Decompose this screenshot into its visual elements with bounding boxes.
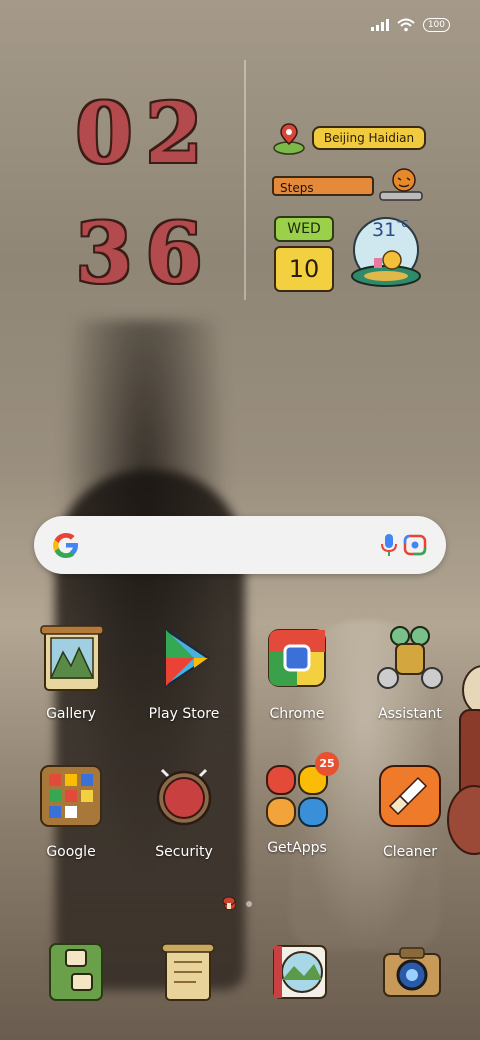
clock-minute-digit-1: 3 — [75, 206, 133, 302]
search-input[interactable] — [104, 530, 348, 562]
security-shield-icon — [156, 768, 212, 826]
app-label: Google — [46, 844, 96, 860]
temperature-value: 31 — [372, 219, 397, 241]
scroll-messages-icon — [161, 943, 215, 1001]
gallery-icon — [40, 625, 104, 691]
widget-divider — [244, 60, 246, 300]
clock-hour[interactable]: 0 2 — [74, 92, 204, 176]
temperature-label: 31°C — [372, 219, 408, 241]
google-search-bar[interactable] — [34, 516, 446, 574]
day-badge[interactable]: WED — [274, 216, 334, 242]
google-g-icon — [53, 533, 78, 558]
map-pin-icon — [273, 123, 305, 155]
app-label: GetApps — [267, 840, 327, 856]
pumpkin-treadmill-icon — [379, 168, 423, 201]
app-gallery[interactable]: Gallery — [21, 622, 121, 722]
camera-icon — [383, 947, 441, 997]
app-chrome[interactable]: Chrome — [247, 622, 347, 722]
location-widget[interactable]: Beijing Haidian — [272, 120, 426, 156]
bamboo-phone-icon — [49, 943, 103, 1001]
app-assistant[interactable]: Assistant — [360, 622, 460, 722]
play-store-icon — [165, 628, 210, 688]
getapps-icon-wrapper: 25 — [261, 752, 339, 832]
signal-icon — [370, 19, 389, 31]
dock-app-messages[interactable] — [138, 940, 238, 1008]
date-badge[interactable]: 10 — [274, 246, 334, 292]
steps-bar: Steps — [272, 176, 374, 196]
framed-landscape-browser-icon — [273, 945, 327, 999]
app-label: Security — [155, 844, 213, 860]
google-folder-icon — [40, 765, 102, 827]
app-label: Cleaner — [382, 844, 438, 860]
clock-minute-digit-2: 6 — [145, 206, 203, 302]
cleaner-broom-icon — [379, 765, 441, 827]
page-dot[interactable] — [246, 901, 252, 907]
status-bar: 100 — [370, 18, 450, 32]
steps-label: Steps — [280, 181, 314, 195]
battery-indicator: 100 — [422, 18, 450, 32]
notification-badge: 25 — [315, 752, 339, 776]
app-security[interactable]: Security — [134, 760, 234, 860]
dock-app-camera[interactable] — [362, 940, 462, 1008]
app-label: Play Store — [148, 706, 220, 722]
wifi-icon — [397, 18, 415, 32]
temperature-unit: °C — [396, 219, 409, 230]
clock-minute[interactable]: 3 6 — [74, 212, 204, 296]
app-label: Assistant — [378, 706, 442, 722]
app-label: Gallery — [46, 706, 96, 722]
steps-widget[interactable]: Steps — [272, 166, 424, 206]
app-cleaner[interactable]: Cleaner — [360, 760, 460, 860]
app-getapps[interactable]: 25 GetApps — [247, 752, 347, 856]
clock-hour-digit-1: 0 — [75, 86, 133, 182]
chrome-icon — [268, 629, 326, 687]
app-play-store[interactable]: Play Store — [134, 622, 234, 722]
google-lens-icon[interactable] — [400, 530, 430, 560]
app-label: Chrome — [269, 706, 325, 722]
dock-app-phone[interactable] — [26, 940, 126, 1008]
clock-hour-digit-2: 2 — [145, 86, 203, 182]
dock-app-browser[interactable] — [250, 940, 350, 1008]
mushroom-icon — [222, 896, 236, 909]
assistant-robot-icon — [377, 626, 443, 689]
location-label: Beijing Haidian — [312, 126, 426, 150]
app-google[interactable]: Google — [21, 760, 121, 860]
